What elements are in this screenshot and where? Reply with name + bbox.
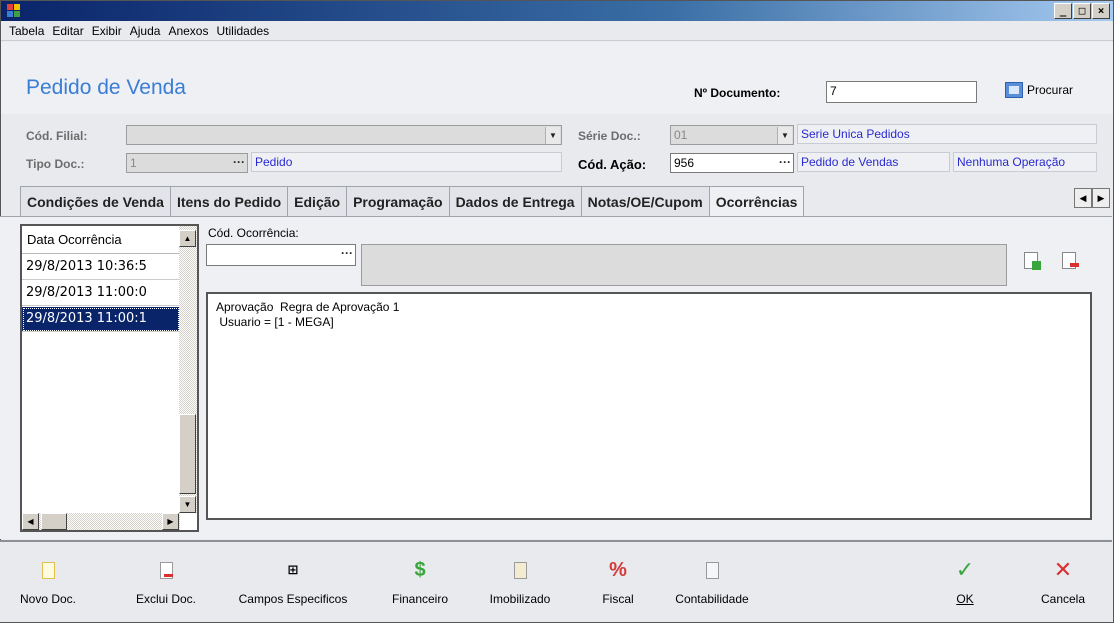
checkmark-icon: ✓ <box>955 557 975 582</box>
ok-label: OK <box>956 592 974 606</box>
scroll-down-icon[interactable]: ▼ <box>179 496 196 513</box>
list-item[interactable]: 29/8/2013 11:00:0 <box>22 281 180 306</box>
menu-editar[interactable]: Editar <box>52 24 83 38</box>
tab-programacao[interactable]: Programação <box>346 186 450 216</box>
delete-document-icon <box>159 561 173 579</box>
menu-exibir[interactable]: Exibir <box>92 24 122 38</box>
chevron-down-icon[interactable]: ▼ <box>545 127 560 144</box>
scroll-up-icon[interactable]: ▲ <box>179 230 196 247</box>
locked-document-icon <box>513 561 527 579</box>
scroll-thumb[interactable] <box>179 414 196 494</box>
search-window-icon <box>1005 82 1023 98</box>
occurrence-memo[interactable]: Aprovação Regra de Aprovação 1 Usuario =… <box>206 292 1092 520</box>
percent-icon: % <box>609 558 627 581</box>
app-logo-icon <box>7 4 21 18</box>
specific-fields-label: Campos Especificos <box>238 592 348 606</box>
chevron-down-icon[interactable]: ▼ <box>777 127 792 144</box>
menu-utilidades[interactable]: Utilidades <box>216 24 269 38</box>
vertical-scrollbar[interactable]: ▲ ▼ <box>179 226 197 513</box>
ok-button[interactable]: ✓ OK <box>945 557 985 606</box>
serie-description: Serie Unica Pedidos <box>797 124 1097 144</box>
serie-select[interactable]: 01 ▼ <box>670 125 794 145</box>
fixed-assets-label: Imobilizado <box>489 592 551 606</box>
ellipsis-icon[interactable]: ··· <box>779 154 791 170</box>
doc-number-label: Nº Documento: <box>694 86 781 100</box>
delete-doc-label: Exclui Doc. <box>135 592 197 606</box>
specific-fields-button[interactable]: ⊞ Campos Especificos <box>226 558 360 606</box>
fixed-assets-button[interactable]: Imobilizado <box>478 558 562 606</box>
accounting-label: Contabilidade <box>675 592 749 606</box>
list-item[interactable]: 29/8/2013 10:36:5 <box>22 255 180 280</box>
fields-icon: ⊞ <box>287 562 299 577</box>
accounting-button[interactable]: Contabilidade <box>664 558 760 606</box>
maximize-button[interactable]: □ <box>1073 3 1091 19</box>
list-column-header[interactable]: Data Ocorrência <box>22 226 180 254</box>
ledger-document-icon <box>705 561 719 579</box>
occurrence-description <box>361 244 1007 286</box>
filial-label: Cód. Filial: <box>26 129 88 143</box>
menu-bar: Tabela Editar Exibir Ajuda Anexos Utilid… <box>1 21 1113 41</box>
money-icon: $ <box>414 558 426 581</box>
tipo-input[interactable]: 1 ··· <box>126 153 248 173</box>
add-record-icon[interactable] <box>1024 252 1041 270</box>
tab-ocorrencias[interactable]: Ocorrências <box>708 186 805 216</box>
ellipsis-icon[interactable]: ··· <box>341 245 353 261</box>
doc-number-input[interactable]: 7 <box>826 81 977 103</box>
tab-itens-pedido[interactable]: Itens do Pedido <box>169 186 289 216</box>
acao-operation: Nenhuma Operação <box>953 152 1097 172</box>
cancel-x-icon: ✕ <box>1053 557 1073 582</box>
memo-line: Usuario = [1 - MEGA] <box>216 315 334 329</box>
search-button-label: Procurar <box>1027 83 1074 97</box>
menu-anexos[interactable]: Anexos <box>168 24 208 38</box>
new-doc-label: Novo Doc. <box>19 592 77 606</box>
close-button[interactable]: × <box>1092 3 1110 19</box>
list-item-selected[interactable]: 29/8/2013 11:00:1 <box>22 307 180 332</box>
tab-dados-entrega[interactable]: Dados de Entrega <box>448 186 582 216</box>
serie-value: 01 <box>674 128 688 142</box>
cancel-label: Cancela <box>1040 592 1086 606</box>
tab-condicoes-venda[interactable]: Condições de Venda <box>20 186 171 216</box>
search-button[interactable]: Procurar <box>1005 82 1073 98</box>
acao-description: Pedido de Vendas <box>797 152 950 172</box>
acao-input[interactable]: 956 ··· <box>670 153 794 173</box>
fiscal-button[interactable]: % Fiscal <box>588 558 648 607</box>
menu-tabela[interactable]: Tabela <box>9 24 44 38</box>
menu-ajuda[interactable]: Ajuda <box>130 24 161 38</box>
occurrence-list[interactable]: Data Ocorrência 29/8/2013 10:36:5 29/8/2… <box>20 224 199 532</box>
acao-value: 956 <box>674 156 695 170</box>
new-document-icon <box>41 561 55 579</box>
occurrence-code-label: Cód. Ocorrência: <box>208 226 299 240</box>
tipo-description: Pedido <box>251 152 562 172</box>
new-doc-button[interactable]: Novo Doc. <box>10 558 86 606</box>
tab-scroll-left-icon[interactable]: ◀ <box>1074 188 1092 208</box>
acao-label: Cód. Ação: <box>578 157 647 172</box>
memo-line: Aprovação Regra de Aprovação 1 <box>216 300 400 314</box>
tab-scroll-right-icon[interactable]: ▶ <box>1092 188 1110 208</box>
tab-edicao[interactable]: Edição <box>287 186 348 216</box>
minimize-button[interactable]: _ <box>1054 3 1072 19</box>
filial-select[interactable]: ▼ <box>126 125 562 145</box>
financial-label: Financeiro <box>391 592 449 606</box>
tab-bar: Condições de Venda Itens do Pedido Ediçã… <box>0 186 1112 216</box>
scroll-left-icon[interactable]: ◀ <box>22 513 39 530</box>
cancel-button[interactable]: ✕ Cancela <box>1030 557 1096 606</box>
ellipsis-icon[interactable]: ··· <box>233 154 245 170</box>
tab-notas[interactable]: Notas/OE/Cupom <box>580 186 710 216</box>
financial-button[interactable]: $ Financeiro <box>382 558 458 607</box>
tipo-value: 1 <box>130 156 137 170</box>
horizontal-scrollbar[interactable]: ◀ ▶ <box>22 513 180 530</box>
occurrence-code-input[interactable]: ··· <box>206 244 356 266</box>
serie-label: Série Doc.: <box>578 129 641 143</box>
tipo-label: Tipo Doc.: <box>26 157 85 171</box>
delete-doc-button[interactable]: Exclui Doc. <box>128 558 204 606</box>
page-title: Pedido de Venda <box>26 76 186 99</box>
title-bar: _ □ × <box>1 1 1113 21</box>
hscroll-thumb[interactable] <box>41 513 67 530</box>
scroll-right-icon[interactable]: ▶ <box>162 513 179 530</box>
remove-record-icon[interactable] <box>1062 252 1079 269</box>
fiscal-label: Fiscal <box>602 592 634 606</box>
